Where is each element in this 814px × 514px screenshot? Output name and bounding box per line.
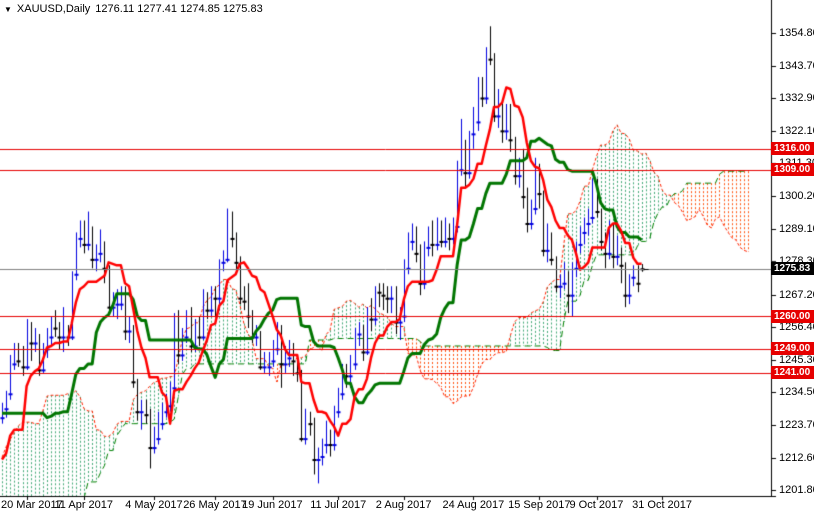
date-tick-label: 31 Oct 2017 [632, 499, 692, 511]
price-tick-label: 1267.20 [779, 289, 814, 301]
date-tick-label: 11 Apr 2017 [55, 499, 114, 511]
current-price-badge: 1275.83 [771, 262, 814, 275]
price-tick-label: 1201.80 [779, 484, 814, 496]
price-tick-label: 1354.80 [779, 27, 814, 39]
price-tick-label: 1343.70 [779, 60, 814, 72]
symbol-dropdown-icon[interactable]: ▼ [4, 4, 12, 15]
price-tick-label: 1223.70 [779, 419, 814, 431]
price-chart-canvas[interactable] [0, 0, 814, 514]
price-tick-label: 1234.50 [779, 386, 814, 398]
price-level-badge: 1241.00 [771, 366, 814, 379]
date-tick-label: 15 Sep 2017 [508, 499, 570, 511]
price-level-badge: 1316.00 [771, 142, 814, 155]
price-level-badge: 1309.00 [771, 163, 814, 176]
price-tick-label: 1300.20 [779, 190, 814, 202]
chart-window: ▼ XAUUSD,Daily 1276.11 1277.41 1274.85 1… [0, 0, 814, 514]
date-tick-label: 9 Oct 2017 [570, 499, 624, 511]
date-tick-label: 24 Aug 2017 [443, 499, 505, 511]
price-tick-label: 1245.30 [779, 354, 814, 366]
ohlc-values: 1276.11 1277.41 1274.85 1275.83 [95, 3, 262, 15]
date-tick-label: 4 May 2017 [125, 499, 182, 511]
date-tick-label: 11 Jul 2017 [310, 499, 366, 511]
price-tick-label: 1256.40 [779, 321, 814, 333]
price-level-badge: 1249.00 [771, 342, 814, 355]
price-tick-label: 1332.90 [779, 92, 814, 104]
symbol-title: XAUUSD,Daily [17, 3, 90, 15]
price-tick-label: 1289.10 [779, 223, 814, 235]
date-tick-label: 26 May 2017 [183, 499, 247, 511]
price-tick-label: 1322.10 [779, 125, 814, 137]
date-tick-label: 20 Mar 2017 [1, 499, 63, 511]
ohlc-readout: ▼ XAUUSD,Daily 1276.11 1277.41 1274.85 1… [4, 3, 263, 15]
date-tick-label: 19 Jun 2017 [242, 499, 303, 511]
price-level-badge: 1260.00 [771, 310, 814, 323]
price-tick-label: 1212.60 [779, 452, 814, 464]
date-tick-label: 2 Aug 2017 [376, 499, 432, 511]
